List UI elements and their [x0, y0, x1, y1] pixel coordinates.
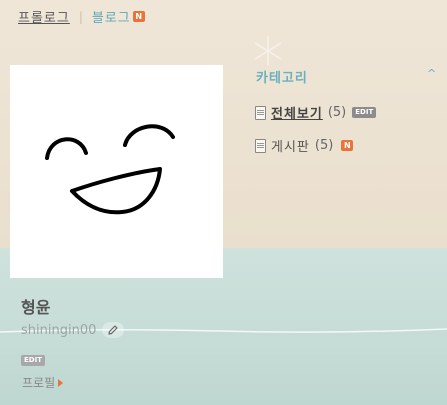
category-item-count: (5): [314, 138, 334, 153]
pencil-icon: [108, 325, 118, 335]
profile-link[interactable]: 프로필: [22, 374, 64, 391]
category-item-label[interactable]: 게시판: [271, 136, 310, 155]
category-title: 카테고리: [256, 71, 308, 86]
user-id: shiningin00: [21, 322, 97, 338]
arrow-right-icon: [58, 378, 64, 387]
category-item-board[interactable]: 게시판 (5) N: [255, 136, 354, 155]
profile-link-label[interactable]: 프로필: [22, 374, 55, 391]
new-badge: N: [132, 11, 145, 22]
document-icon: [255, 105, 266, 120]
edit-badge[interactable]: EDIT: [21, 355, 45, 366]
tab-blog[interactable]: 블로그: [92, 7, 131, 26]
category-toggle-icon[interactable]: ^: [427, 67, 436, 80]
edit-badge[interactable]: EDIT: [352, 107, 377, 118]
tab-separator: |: [78, 9, 83, 24]
new-badge: N: [341, 140, 354, 151]
snowflake-icon: [254, 36, 282, 66]
user-id-row: shiningin00: [21, 322, 125, 338]
category-item-all[interactable]: 전체보기 (5) EDIT: [255, 103, 377, 122]
nickname: 형윤: [21, 298, 51, 317]
smiley-drawing: [45, 124, 175, 215]
top-tabs: 프롤로그 | 블로그 N: [18, 7, 145, 26]
category-item-label[interactable]: 전체보기: [271, 103, 323, 122]
edit-nickname-button[interactable]: [102, 322, 125, 338]
tab-prologue[interactable]: 프롤로그: [18, 7, 70, 26]
category-item-count: (5): [327, 105, 347, 120]
profile-image[interactable]: [10, 65, 223, 278]
document-icon: [255, 138, 266, 153]
